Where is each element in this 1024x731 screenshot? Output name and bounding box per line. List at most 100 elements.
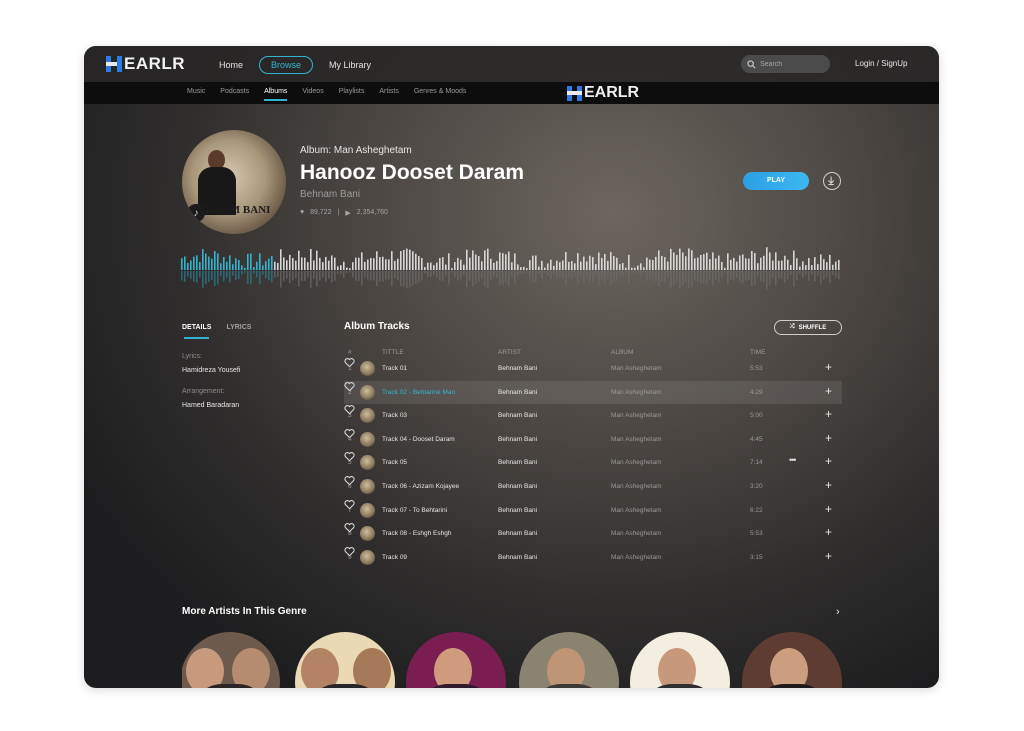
- play-button[interactable]: PLAY: [743, 172, 809, 190]
- waveform-bar: [226, 261, 228, 270]
- login-signup-link[interactable]: Login / SignUp: [855, 59, 907, 68]
- track-title[interactable]: Track 07 - To Behtarini: [382, 507, 447, 514]
- waveform-reflection: [739, 271, 741, 283]
- track-thumbnail[interactable]: [360, 478, 375, 494]
- track-thumbnail[interactable]: [360, 549, 375, 565]
- waveform-reflection: [802, 271, 804, 278]
- track-artist[interactable]: Behnam Bani: [498, 365, 537, 372]
- add-icon[interactable]: +: [825, 502, 832, 516]
- add-icon[interactable]: +: [825, 478, 832, 492]
- search-input[interactable]: [760, 60, 820, 68]
- add-icon[interactable]: +: [825, 549, 832, 563]
- track-number: 3: [348, 412, 352, 420]
- tab-albums[interactable]: Albums: [264, 88, 288, 101]
- track-artist[interactable]: Behnam Bani: [498, 507, 537, 514]
- shuffle-button[interactable]: ⤮ SHUFFLE: [774, 320, 842, 335]
- track-album[interactable]: Man Asheghetam: [611, 436, 662, 443]
- tab-genres-moods[interactable]: Genres & Moods: [414, 88, 467, 95]
- track-artist[interactable]: Behnam Bani: [498, 412, 537, 419]
- artist-card[interactable]: [182, 632, 280, 688]
- nav-home[interactable]: Home: [219, 60, 243, 70]
- waveform-reflection: [511, 271, 513, 278]
- track-thumbnail[interactable]: [360, 455, 375, 471]
- album-stats: ♥ 89,722 | ▶ 2,354,760: [300, 209, 388, 217]
- album-artist[interactable]: Behnam Bani: [300, 189, 360, 200]
- add-icon[interactable]: +: [825, 407, 832, 421]
- waveform-bar: [268, 258, 270, 270]
- artist-card[interactable]: [406, 632, 506, 688]
- tab-artists[interactable]: Artists: [379, 88, 398, 95]
- artist-card[interactable]: [295, 632, 395, 688]
- search-box[interactable]: [741, 55, 830, 73]
- add-icon[interactable]: +: [825, 525, 832, 539]
- waveform-bar: [421, 257, 423, 270]
- track-row[interactable]: 4 Track 04 - Dooset Daram Behnam Bani Man A…: [344, 428, 842, 452]
- download-button[interactable]: [823, 172, 841, 190]
- track-number: 7: [348, 506, 352, 514]
- tab-videos[interactable]: Videos: [302, 88, 323, 95]
- track-title[interactable]: Track 08 - Eshgh Eshgh: [382, 530, 452, 537]
- track-album[interactable]: Man Asheghetam: [611, 365, 662, 372]
- waveform-reflection: [250, 271, 252, 285]
- tab-lyrics[interactable]: LYRICS: [226, 324, 251, 331]
- track-artist[interactable]: Behnam Bani: [498, 459, 537, 466]
- track-row[interactable]: 1 Track 01 Behnam Bani Man Asheghetam 5:53 +: [344, 357, 842, 381]
- track-title[interactable]: Track 09: [382, 554, 407, 561]
- track-artist[interactable]: Behnam Bani: [498, 483, 537, 490]
- waveform-bar: [598, 252, 600, 270]
- waveform-bar: [649, 259, 651, 270]
- track-thumbnail[interactable]: [360, 408, 375, 424]
- tab-music[interactable]: Music: [187, 88, 205, 95]
- chevron-right-icon[interactable]: ›: [836, 606, 840, 618]
- tab-playlists[interactable]: Playlists: [339, 88, 365, 95]
- add-icon[interactable]: +: [825, 454, 832, 468]
- track-artist[interactable]: Behnam Bani: [498, 436, 537, 443]
- waveform-seekbar[interactable]: [181, 244, 841, 296]
- track-thumbnail[interactable]: [360, 526, 375, 542]
- tab-podcasts[interactable]: Podcasts: [220, 88, 249, 95]
- waveform-reflection: [613, 271, 615, 283]
- track-title[interactable]: Track 05: [382, 459, 407, 466]
- waveform-bar: [382, 256, 384, 270]
- artist-card[interactable]: [742, 632, 842, 688]
- track-artist[interactable]: Behnam Bani: [498, 554, 537, 561]
- track-row[interactable]: 2 Track 02 - Behtarine Man Behnam Bani Man …: [344, 380, 842, 405]
- waveform-reflection: [256, 271, 258, 278]
- track-title[interactable]: Track 06 - Azizam Kojayee: [382, 483, 459, 490]
- track-artist[interactable]: Behnam Bani: [498, 389, 537, 396]
- tab-details[interactable]: DETAILS: [182, 324, 211, 339]
- track-row[interactable]: 6 Track 06 - Azizam Kojayee Behnam Bani Man…: [344, 475, 842, 499]
- logo[interactable]: EARLR: [106, 54, 185, 74]
- track-artist[interactable]: Behnam Bani: [498, 530, 537, 537]
- track-row[interactable]: 9 Track 09 Behnam Bani Man Asheghetam 3:15 +: [344, 546, 842, 570]
- track-title[interactable]: Track 03: [382, 412, 407, 419]
- add-icon[interactable]: +: [825, 360, 832, 374]
- nav-browse[interactable]: Browse: [259, 56, 314, 74]
- artist-card[interactable]: [630, 632, 730, 688]
- track-album[interactable]: Man Asheghetam: [611, 412, 662, 419]
- track-album[interactable]: Man Asheghetam: [611, 459, 662, 466]
- nav-my-library[interactable]: My Library: [329, 60, 371, 70]
- add-icon[interactable]: +: [825, 431, 832, 445]
- more-options-icon[interactable]: •••: [789, 455, 797, 465]
- track-album[interactable]: Man Asheghetam: [611, 530, 662, 537]
- track-thumbnail[interactable]: [360, 502, 375, 518]
- track-thumbnail[interactable]: [360, 431, 375, 447]
- track-album[interactable]: Man Asheghetam: [611, 554, 662, 561]
- waveform-bar: [691, 250, 693, 270]
- add-icon[interactable]: +: [825, 384, 832, 398]
- track-row[interactable]: 5 Track 05 Behnam Bani Man Asheghetam 7:14 ••…: [344, 451, 842, 475]
- track-album[interactable]: Man Asheghetam: [611, 389, 662, 396]
- track-row[interactable]: 7 Track 07 - To Behtarini Behnam Bani Man A…: [344, 499, 842, 523]
- track-title[interactable]: Track 04 - Dooset Daram: [382, 436, 455, 443]
- track-album[interactable]: Man Asheghetam: [611, 507, 662, 514]
- track-title[interactable]: Track 01: [382, 365, 407, 372]
- track-row[interactable]: 8 Track 08 - Eshgh Eshgh Behnam Bani Man As…: [344, 522, 842, 546]
- track-row[interactable]: 3 Track 03 Behnam Bani Man Asheghetam 5:00 +: [344, 404, 842, 428]
- waveform-bar: [250, 253, 252, 270]
- track-title[interactable]: Track 02 - Behtarine Man: [382, 389, 455, 396]
- track-thumbnail[interactable]: [360, 361, 375, 376]
- artist-card[interactable]: [519, 632, 619, 688]
- track-thumbnail[interactable]: [360, 384, 375, 400]
- track-album[interactable]: Man Asheghetam: [611, 483, 662, 490]
